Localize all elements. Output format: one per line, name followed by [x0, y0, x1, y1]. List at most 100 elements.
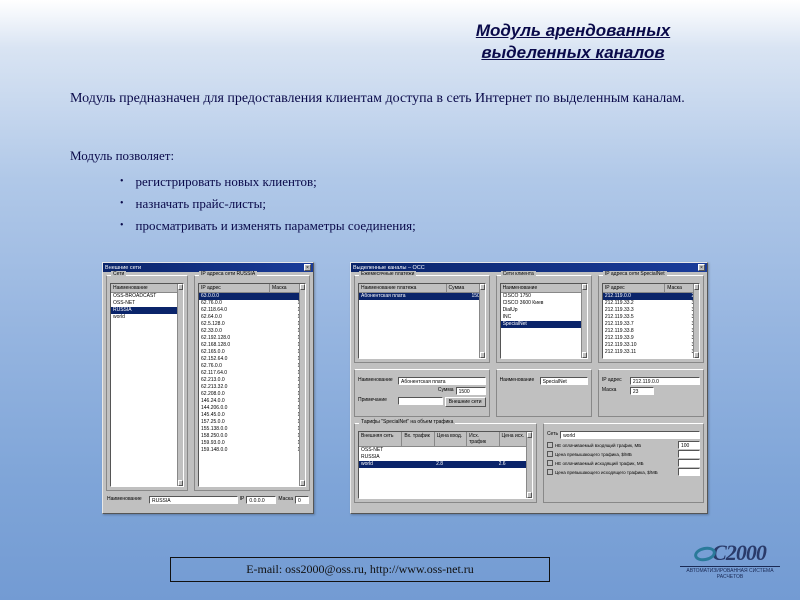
network-list[interactable]: Наименование OSS-BROADCASTOSS-NETRUSSIAw…: [110, 283, 184, 487]
in-traffic-free-input[interactable]: 100: [678, 441, 700, 449]
list-item[interactable]: 62.165.0.018: [199, 349, 305, 356]
payment-note-input[interactable]: [398, 397, 443, 405]
list-item[interactable]: 144.206.0.016: [199, 405, 305, 412]
list-item[interactable]: 62.64.0.019: [199, 314, 305, 321]
external-nets-button[interactable]: Внешние сети: [445, 397, 486, 407]
title-line2: выделенных каналов: [481, 43, 664, 62]
list-item[interactable]: SpecialNet: [501, 321, 587, 328]
list-item[interactable]: DialUp: [501, 307, 587, 314]
scrollbar[interactable]: [693, 284, 699, 358]
window-leased-channels: Выделенные каналы – OCC × Ежемесячные пл…: [350, 262, 708, 514]
client-ip-input[interactable]: 212.119.0.0: [630, 377, 700, 385]
payment-name-input[interactable]: Абонентская плата: [398, 377, 486, 385]
tariff-net-select[interactable]: world: [560, 431, 700, 439]
list-item[interactable]: 212.119.33.832: [603, 328, 699, 335]
col-header: Внешняя сеть: [359, 432, 402, 446]
label: IP: [240, 496, 245, 504]
list-item[interactable]: CISCO 1750: [501, 293, 587, 300]
list-item[interactable]: 62.76.0.014: [199, 363, 305, 370]
group-label: IP адреса сети SpecialNet: [603, 271, 667, 277]
list-item[interactable]: 62.213.32.019: [199, 384, 305, 391]
network-name-input[interactable]: RUSSIA: [149, 496, 238, 504]
list-item[interactable]: 145.45.0.016: [199, 412, 305, 419]
group-label: Сети: [111, 271, 126, 277]
list-item[interactable]: 212.119.0.023: [603, 293, 699, 300]
scrollbar[interactable]: [526, 432, 532, 498]
list-item[interactable]: OSS-BROADCAST: [111, 293, 183, 300]
list-item[interactable]: 212.119.33.232: [603, 300, 699, 307]
list-item[interactable]: OSS-NET: [111, 300, 183, 307]
out-traffic-price-input[interactable]: [678, 468, 700, 476]
label: IP адрес: [602, 377, 628, 385]
list-item[interactable]: 158.250.0.016: [199, 433, 305, 440]
list-item[interactable]: OSS-NET: [359, 447, 532, 454]
out-traffic-free-input[interactable]: [678, 459, 700, 467]
list-item[interactable]: world: [111, 314, 183, 321]
client-ip-list[interactable]: IP адрес Маска 212.119.0.023212.119.33.2…: [602, 283, 700, 359]
list-item[interactable]: 159.93.0.016: [199, 440, 305, 447]
checkbox[interactable]: [547, 469, 553, 475]
client-networks-list[interactable]: Наименование CISCO 1750CISCO 3600 КиевDi…: [500, 283, 588, 359]
scrollbar[interactable]: [177, 284, 183, 486]
checkbox[interactable]: [547, 460, 553, 466]
scrollbar[interactable]: [479, 284, 485, 358]
list-item[interactable]: INC: [501, 314, 587, 321]
window-external-networks: Внешние сети × Сети Наименование OSS-BRO…: [102, 262, 314, 514]
checkbox[interactable]: [547, 442, 553, 448]
logo-subtitle: АВТОМАТИЗИРОВАННАЯ СИСТЕМА РАСЧЕТОВ: [680, 566, 780, 580]
label: Маска: [602, 387, 628, 395]
list-item[interactable]: 62.168.128.018: [199, 342, 305, 349]
list-item[interactable]: CISCO 3600 Киев: [501, 300, 587, 307]
label: Наименование: [358, 377, 396, 385]
close-icon[interactable]: ×: [698, 264, 705, 271]
list-item[interactable]: Абонентская плата1500: [359, 293, 485, 300]
ip-input[interactable]: 0.0.0.0: [246, 496, 276, 504]
list-item[interactable]: 63.0.0.08: [199, 293, 305, 300]
module-description: Модуль предназначен для предоставления к…: [70, 90, 740, 108]
list-item[interactable]: RUSSIA: [111, 307, 183, 314]
list-item[interactable]: 62.5.128.017: [199, 321, 305, 328]
list-item[interactable]: 62.117.64.019: [199, 370, 305, 377]
list-item[interactable]: 146.24.0.016: [199, 398, 305, 405]
checkbox[interactable]: [547, 451, 553, 457]
list-item[interactable]: 212.119.33.732: [603, 321, 699, 328]
close-icon[interactable]: ×: [304, 264, 311, 271]
list-item[interactable]: 62.76.0.014: [199, 300, 305, 307]
list-item[interactable]: world2.82.6: [359, 461, 532, 468]
title-line1: Модуль арендованных: [476, 21, 670, 40]
list-item[interactable]: 212.119.33.1032: [603, 342, 699, 349]
list-item[interactable]: 62.192.128.017: [199, 335, 305, 342]
list-item[interactable]: 62.33.0.016: [199, 328, 305, 335]
client-net-name-input[interactable]: SpecialNet: [540, 377, 588, 385]
logo: C2000 АВТОМАТИЗИРОВАННАЯ СИСТЕМА РАСЧЕТО…: [680, 540, 780, 590]
list-item[interactable]: 212.119.33.932: [603, 335, 699, 342]
col-header: Наименование: [111, 284, 183, 292]
mask-input[interactable]: 0: [295, 496, 309, 504]
feature-item: регистрировать новых клиентов;: [120, 174, 416, 190]
list-item[interactable]: 62.118.64.019: [199, 307, 305, 314]
list-item[interactable]: 212.119.33.332: [603, 307, 699, 314]
col-header: Цена вход.: [435, 432, 467, 446]
window-title: Выделенные каналы – OCC: [353, 265, 425, 271]
list-item[interactable]: 212.119.33.532: [603, 314, 699, 321]
scrollbar[interactable]: [299, 284, 305, 486]
list-item[interactable]: 159.148.0.016: [199, 447, 305, 454]
list-item[interactable]: RUSSIA: [359, 454, 532, 461]
list-item[interactable]: 212.119.33.1132: [603, 349, 699, 356]
tariff-list[interactable]: Внешняя сеть Вх. трафик Цена вход. Исх. …: [358, 431, 533, 499]
list-item[interactable]: 155.138.0.016: [199, 426, 305, 433]
list-item[interactable]: 157.25.0.016: [199, 419, 305, 426]
scrollbar[interactable]: [581, 284, 587, 358]
list-item[interactable]: 62.208.0.019: [199, 391, 305, 398]
window-title: Внешние сети: [105, 265, 141, 271]
payment-sum-input[interactable]: 1500: [456, 387, 486, 395]
ip-list[interactable]: IP адрес Маска 63.0.0.0862.76.0.01462.11…: [198, 283, 306, 487]
in-traffic-price-input[interactable]: [678, 450, 700, 458]
payments-list[interactable]: Наименование платежа Сумма Абонентская п…: [358, 283, 486, 359]
list-item[interactable]: 62.152.64.016: [199, 356, 305, 363]
col-header: Вх. трафик: [402, 432, 434, 446]
label: Цена превышающего трафика, $/МБ: [555, 452, 676, 457]
client-mask-input[interactable]: 23: [630, 387, 654, 395]
slide-title: Модуль арендованных выделенных каналов: [428, 20, 718, 64]
list-item[interactable]: 62.213.0.018: [199, 377, 305, 384]
